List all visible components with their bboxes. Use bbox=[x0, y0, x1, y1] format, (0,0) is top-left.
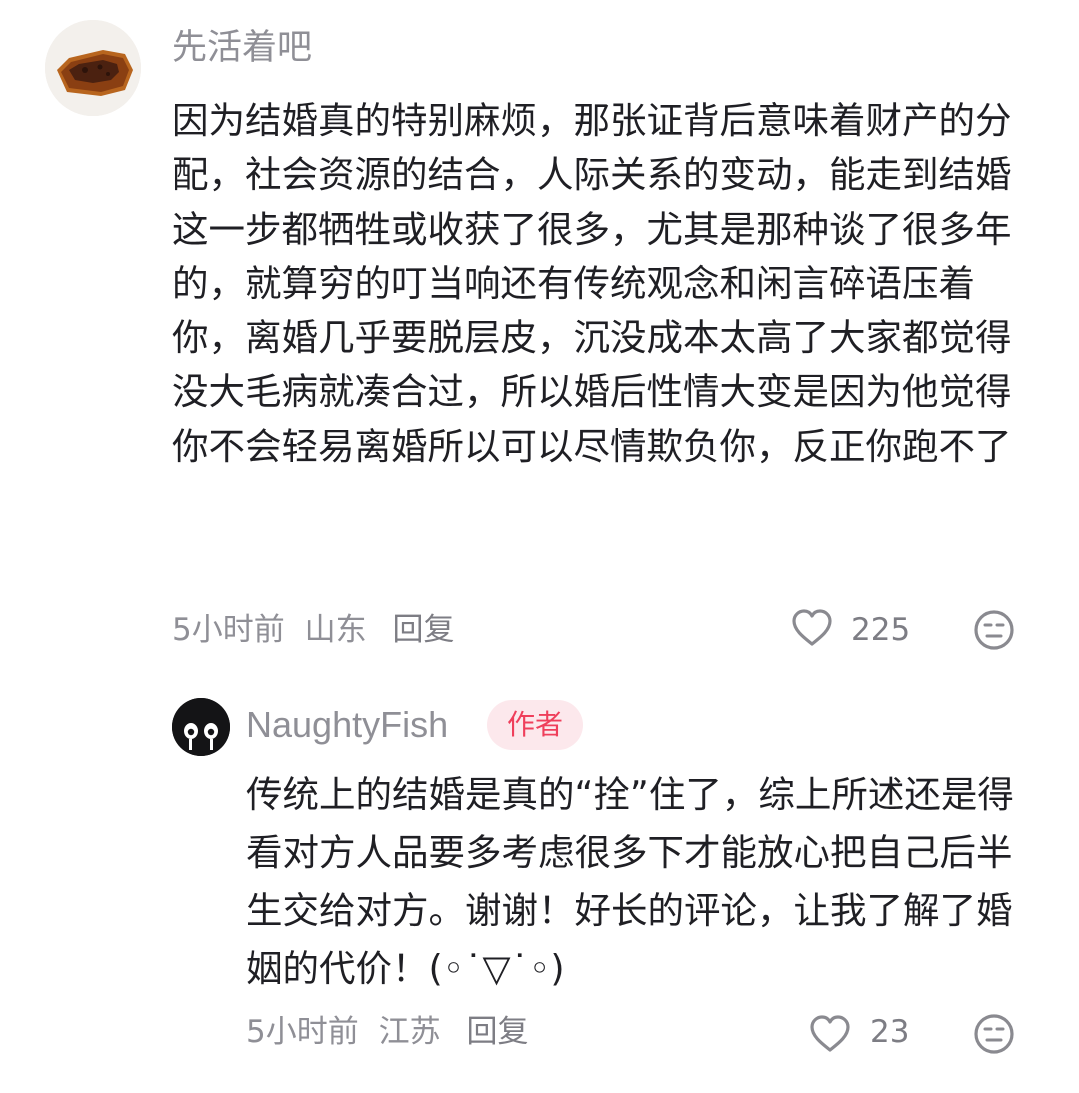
reply-text[interactable]: 传统上的结婚是真的“拴”住了，综上所述还是得看对方人品要多考虑很多下才能放心把自… bbox=[246, 766, 1036, 998]
reply-username[interactable]: NaughtyFish bbox=[246, 702, 448, 748]
comment-reply-button[interactable]: 回复 bbox=[392, 608, 454, 652]
toast-avatar-icon[interactable] bbox=[45, 20, 141, 116]
comment-thread: 先活着吧 因为结婚真的特别麻烦，那张证背后意味着财产的分配，社会资源的结合，人际… bbox=[0, 0, 1079, 1093]
like-count: 225 bbox=[851, 612, 911, 648]
comment-username[interactable]: 先活着吧 bbox=[172, 26, 312, 70]
reply-location: 江苏 bbox=[378, 1014, 441, 1050]
black-cat-avatar-icon[interactable] bbox=[172, 698, 230, 756]
comment-location: 山东 bbox=[304, 612, 367, 648]
like-icon[interactable] bbox=[788, 604, 836, 656]
comment-text[interactable]: 因为结婚真的特别麻烦，那张证背后意味着财产的分配，社会资源的结合，人际关系的变动… bbox=[172, 94, 1032, 474]
comment-time: 5小时前 bbox=[172, 612, 285, 648]
dislike-face-icon[interactable] bbox=[972, 608, 1016, 656]
dislike-face-icon[interactable] bbox=[972, 1012, 1016, 1060]
reply-reply-button[interactable]: 回复 bbox=[466, 1010, 528, 1054]
like-count: 23 bbox=[870, 1014, 910, 1050]
author-badge: 作者 bbox=[487, 700, 584, 750]
like-icon[interactable] bbox=[806, 1010, 854, 1062]
reply-time: 5小时前 bbox=[246, 1014, 359, 1050]
reply-meta: 5小时前 江苏 回复 bbox=[246, 1010, 528, 1054]
comment-meta: 5小时前 山东 回复 bbox=[172, 608, 454, 652]
